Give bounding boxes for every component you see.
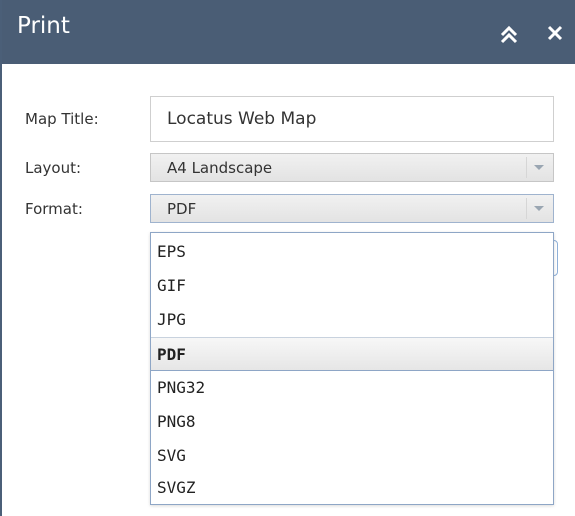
- format-select-value: PDF: [167, 200, 197, 218]
- format-select-arrow[interactable]: [526, 198, 549, 219]
- map-title-input[interactable]: [150, 96, 554, 142]
- dropdown-option-svg[interactable]: SVG: [151, 439, 553, 473]
- layout-select[interactable]: A4 Landscape: [150, 153, 554, 182]
- panel-title: Print: [17, 13, 70, 39]
- dropdown-option-png32[interactable]: PNG32: [151, 371, 553, 405]
- dropdown-option-svgz[interactable]: SVGZ: [151, 471, 553, 505]
- panel-titlebar: Print: [2, 0, 575, 64]
- layout-label: Layout:: [25, 159, 82, 177]
- map-title-label: Map Title:: [25, 110, 99, 128]
- close-icon: [547, 25, 563, 41]
- format-label: Format:: [25, 200, 83, 218]
- collapse-button[interactable]: [498, 24, 520, 46]
- print-panel: Print Map Title: Layout: A4 Landscape Fo…: [0, 0, 575, 516]
- close-button[interactable]: [546, 22, 564, 44]
- dropdown-option-pdf[interactable]: PDF: [151, 337, 553, 371]
- dropdown-option-gif[interactable]: GIF: [151, 269, 553, 303]
- dropdown-option-png8[interactable]: PNG8: [151, 405, 553, 439]
- chevron-down-icon: [534, 206, 544, 211]
- format-dropdown-list: EPS GIF JPG PDF PNG32 PNG8 SVG SVGZ: [150, 232, 554, 505]
- layout-select-value: A4 Landscape: [167, 159, 273, 177]
- double-chevron-up-icon: [500, 25, 518, 44]
- dropdown-option-eps[interactable]: EPS: [151, 235, 553, 269]
- layout-select-arrow[interactable]: [526, 157, 549, 178]
- format-select[interactable]: PDF: [150, 194, 554, 223]
- dropdown-option-jpg[interactable]: JPG: [151, 303, 553, 337]
- chevron-down-icon: [534, 165, 544, 170]
